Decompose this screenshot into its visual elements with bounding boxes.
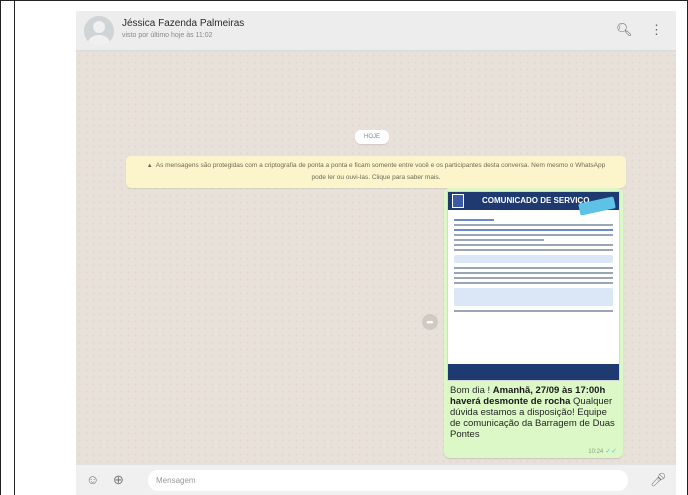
emoji-icon[interactable]: ☺ [86, 472, 99, 488]
message-pane: HOJE ▲ As mensagens são protegidas com a … [76, 52, 676, 464]
contact-last-seen: visto por último hoje às 11:02 [122, 32, 213, 39]
message-input[interactable] [148, 470, 628, 491]
notice-text-line [454, 282, 613, 284]
notice-text-line [454, 234, 613, 236]
notice-text-line [454, 277, 613, 279]
message-composer: ☺ ⊕ 🎤︎ [76, 464, 676, 495]
message-time: 10:24 [588, 449, 604, 455]
notice-highlight [454, 255, 613, 263]
read-receipt-icon: ✓✓ [605, 448, 617, 455]
message-text: Bom dia ! Amanhã, 27/09 às 17:00h haverá… [447, 381, 620, 440]
notice-text-line [454, 239, 544, 241]
notice-text-line [454, 249, 613, 251]
contact-name[interactable]: Jéssica Fazenda Palmeiras [122, 18, 244, 29]
notice-image-title: COMUNICADO DE SERVIÇO [482, 196, 590, 205]
notice-image-footer [448, 364, 619, 380]
message-greeting: Bom dia ! [450, 385, 493, 396]
document-frame-left-rule [14, 0, 15, 495]
outgoing-message-bubble[interactable]: COMUNICADO DE SERVIÇO Bom dia ! Amanhã, … [444, 188, 623, 458]
notice-text-line [454, 272, 613, 274]
menu-icon[interactable]: ⋮ [650, 22, 663, 38]
encryption-notice[interactable]: ▲ As mensagens são protegidas com a cript… [126, 156, 626, 188]
notice-text-line [454, 219, 494, 221]
notice-text-line [454, 229, 613, 231]
notice-highlight [454, 288, 613, 306]
encryption-notice-text: As mensagens são protegidas com a cripto… [155, 162, 606, 181]
date-divider: HOJE [355, 130, 389, 144]
lock-icon: ▲ [146, 163, 153, 169]
forward-icon[interactable]: ➦ [422, 314, 438, 330]
chat-header: Jéssica Fazenda Palmeiras visto por últi… [76, 11, 676, 51]
mic-icon[interactable]: 🎤︎ [650, 472, 667, 488]
notice-text-line [454, 224, 613, 226]
avatar[interactable] [84, 16, 114, 46]
search-icon[interactable]: 🔍︎ [616, 22, 633, 38]
notice-text-line [454, 267, 613, 269]
company-logo [452, 194, 464, 208]
notice-text-line [454, 244, 613, 246]
notice-image[interactable]: COMUNICADO DE SERVIÇO [447, 191, 620, 381]
attach-icon[interactable]: ⊕ [113, 472, 124, 488]
whatsapp-chat-window: Jéssica Fazenda Palmeiras visto por últi… [76, 11, 676, 495]
notice-text-line [454, 310, 613, 312]
message-timestamp: 10:24 ✓✓ [588, 447, 617, 455]
